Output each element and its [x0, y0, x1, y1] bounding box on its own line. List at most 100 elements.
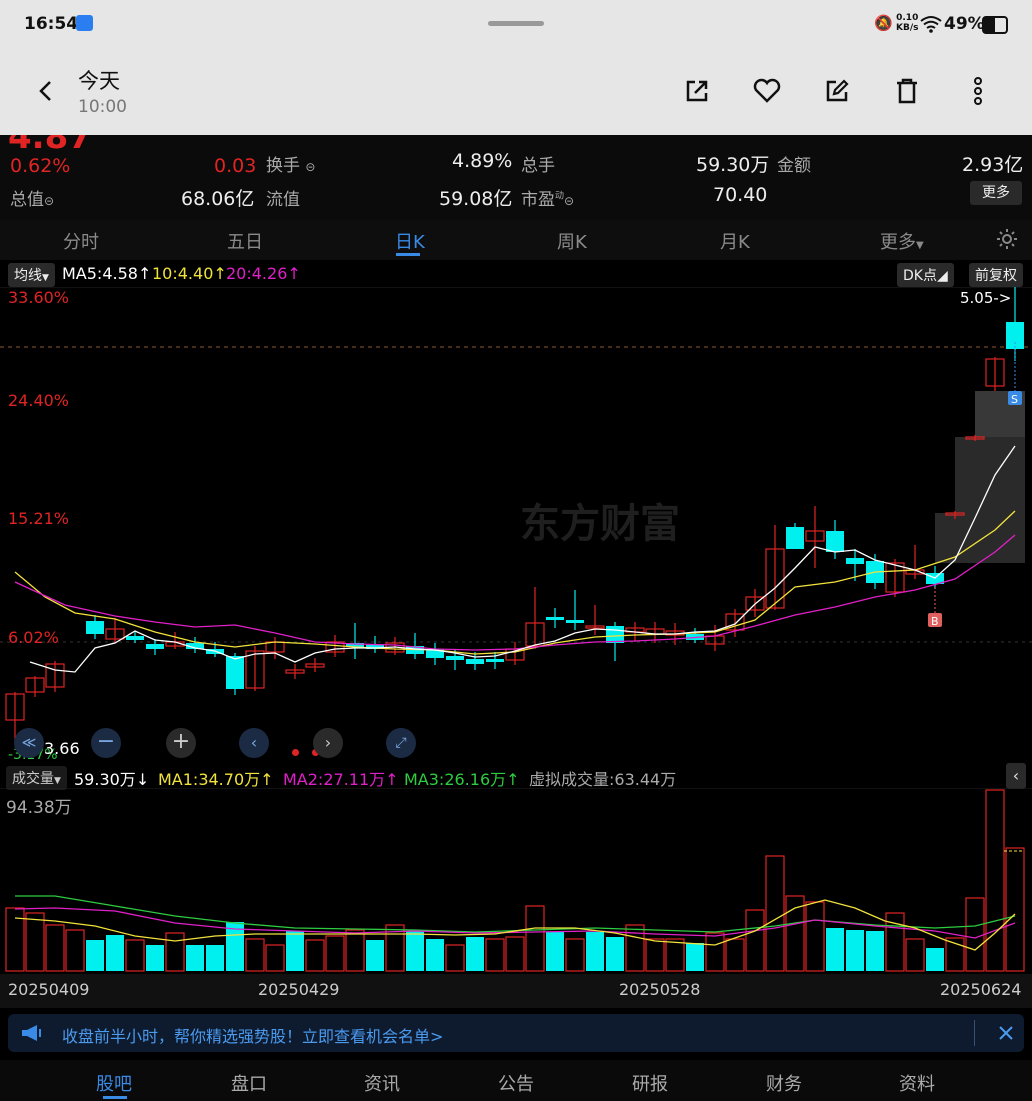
zoom-out-button[interactable]: −	[91, 728, 121, 758]
volume-bar	[1005, 847, 1025, 972]
banner-close-button[interactable]	[992, 1019, 1020, 1047]
more-quote-button[interactable]: 更多	[970, 181, 1022, 205]
volume-chart[interactable]: 94.38万	[0, 788, 1032, 974]
megaphone-icon	[22, 1025, 41, 1041]
indicator-mode-select[interactable]: 均线▼	[8, 263, 55, 287]
date-axis: 20250409 20250429 20250528 20250624	[0, 974, 1032, 1008]
volume-bar	[106, 935, 124, 971]
volume-bar	[466, 937, 484, 971]
volume-bar	[325, 935, 345, 972]
volume-bar	[25, 912, 45, 972]
page-title: 今天	[78, 69, 120, 93]
volume-bar	[686, 943, 704, 971]
nav-item-research[interactable]: 研报	[632, 1070, 668, 1096]
candlestick	[305, 658, 325, 672]
float-mv-value: 59.08亿	[439, 188, 513, 210]
candlestick	[525, 587, 545, 649]
scroll-right-button[interactable]: ›	[313, 728, 343, 758]
volume-bar	[725, 938, 745, 972]
fullscreen-button[interactable]: ⤢	[386, 728, 416, 758]
tab-intraday[interactable]: 分时	[63, 228, 99, 254]
volume-max-label: 94.38万	[6, 798, 72, 818]
favorite-button[interactable]	[745, 69, 789, 113]
candlestick	[426, 643, 444, 665]
virtual-volume-legend: 虚拟成交量:63.44万	[529, 770, 677, 789]
turnover-value: 4.89%	[452, 150, 513, 172]
banner-text[interactable]: 收盘前半小时，帮你精选强势股！立即查看机会名单>	[62, 1023, 443, 1047]
tab-monthly-k[interactable]: 月K	[720, 228, 750, 254]
nav-item-profile[interactable]: 资料	[899, 1070, 935, 1096]
volume-bar	[125, 939, 145, 972]
volume-bar	[445, 944, 465, 972]
adjust-mode-button[interactable]: 前复权	[969, 263, 1023, 287]
more-options-button[interactable]	[956, 69, 1000, 113]
volume-bar	[165, 932, 185, 972]
candlestick	[826, 520, 844, 559]
volume-bar	[485, 938, 505, 972]
volume-bar	[286, 931, 304, 971]
drag-handle[interactable]	[488, 21, 544, 26]
status-time: 16:54	[24, 14, 79, 34]
candlestick	[546, 608, 564, 628]
volume-bar	[186, 945, 204, 971]
nav-item-announcements[interactable]: 公告	[498, 1070, 534, 1096]
nav-item-pankou[interactable]: 盘口	[231, 1070, 267, 1096]
message-icon	[76, 15, 93, 31]
volume-value-legend: 59.30万↓	[74, 770, 150, 789]
volume-bar	[505, 936, 525, 972]
back-button[interactable]	[24, 69, 68, 113]
net-speed: 0.10 KB/s	[896, 13, 919, 33]
volume-bar	[426, 939, 444, 971]
volume-bar	[586, 932, 604, 971]
nav-item-news[interactable]: 资讯	[364, 1070, 400, 1096]
collapse-panel-button[interactable]: ‹	[1006, 763, 1026, 789]
volume-bar	[705, 932, 725, 972]
volume-bar	[265, 944, 285, 972]
scroll-left-far-button[interactable]: ≪	[14, 728, 44, 758]
price-chart[interactable]: 东方财富 33.60% 24.40% 15.21% 6.02% -3.17% 5…	[0, 287, 1032, 762]
settings-gear-icon[interactable]	[995, 227, 1019, 251]
volume-bar	[65, 929, 85, 972]
kline-chart-area[interactable]: 均线▼ MA5:4.58↑ 10:4.40↑ 20:4.26↑ DK点◢ 前复权…	[0, 260, 1032, 1008]
candlestick	[505, 642, 525, 665]
candlestick	[985, 357, 1005, 391]
zoom-in-button[interactable]: +	[166, 728, 196, 758]
volume-bar	[305, 939, 325, 972]
volume-bar	[406, 931, 424, 971]
volume-label: 总手	[521, 156, 555, 176]
volume-bar	[926, 948, 944, 971]
last-price-label: 5.05->	[960, 289, 1011, 307]
date-label: 20250409	[8, 980, 90, 999]
share-button[interactable]	[675, 69, 719, 113]
nav-item-guba[interactable]: 股吧	[96, 1070, 132, 1096]
vol-ma3-line	[15, 895, 1016, 933]
volume-bar	[745, 909, 765, 972]
more-vertical-icon	[974, 77, 982, 105]
candlestick	[126, 631, 144, 643]
volume-bar	[625, 924, 645, 972]
tab-weekly-k[interactable]: 周K	[557, 228, 587, 254]
candlestick	[25, 676, 45, 697]
price-clip: 4.87	[0, 135, 110, 149]
dk-point-button[interactable]: DK点◢	[897, 263, 954, 287]
candlestick	[786, 523, 804, 549]
chevron-left-icon	[39, 81, 51, 101]
candlestick	[765, 525, 785, 610]
nav-item-finance[interactable]: 财务	[766, 1070, 802, 1096]
delete-button[interactable]	[885, 69, 929, 113]
volume-indicator-select[interactable]: 成交量▼	[6, 766, 67, 790]
page-subtitle: 10:00	[78, 97, 127, 117]
candlestick	[285, 664, 305, 679]
volume-bar	[985, 789, 1005, 972]
date-label: 20250429	[258, 980, 340, 999]
scroll-left-button[interactable]: ‹	[239, 728, 269, 758]
tab-daily-k[interactable]: 日K	[395, 228, 425, 254]
tab-more[interactable]: 更多▼	[880, 228, 924, 254]
edit-button[interactable]	[815, 69, 859, 113]
tab-five-day[interactable]: 五日	[227, 228, 263, 254]
volume-bar	[245, 938, 265, 972]
battery-icon	[982, 16, 1008, 34]
promo-banner[interactable]: 收盘前半小时，帮你精选强势股！立即查看机会名单>	[8, 1014, 1024, 1052]
volume-bar	[805, 901, 825, 972]
current-price: 4.87	[8, 135, 92, 149]
